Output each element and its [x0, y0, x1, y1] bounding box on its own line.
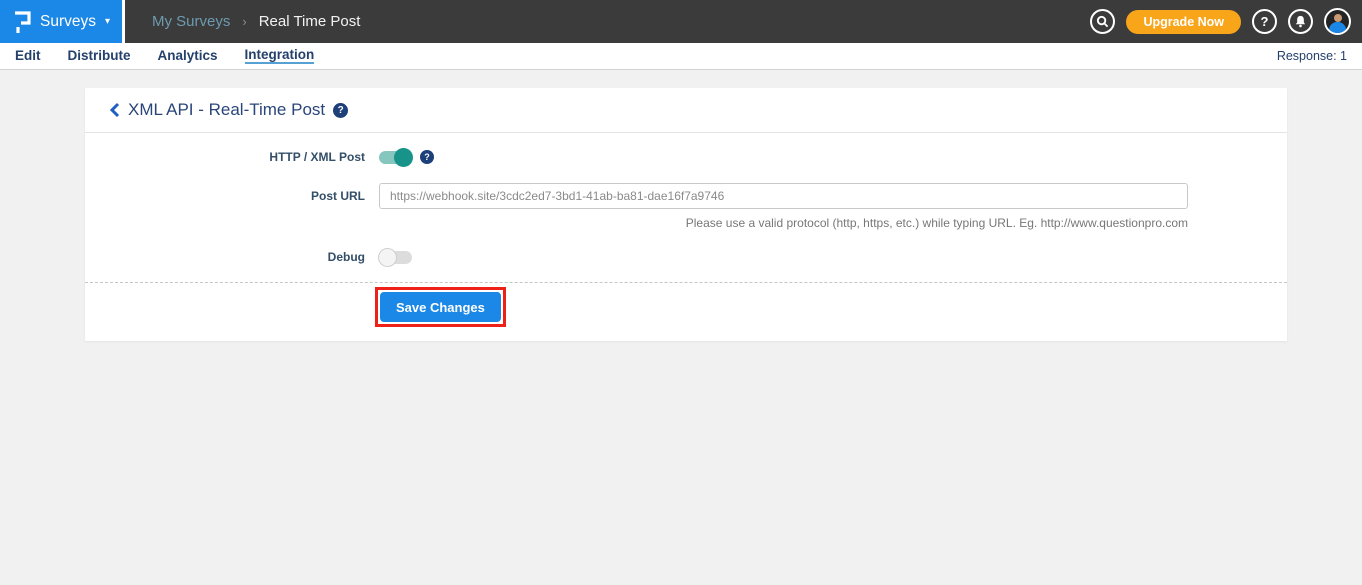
topbar: Surveys ▾ My Surveys › Real Time Post Up… [0, 0, 1362, 43]
back-chevron-icon[interactable] [109, 102, 120, 118]
panel-header: XML API - Real-Time Post ? [85, 88, 1287, 133]
tab-distribute[interactable]: Distribute [68, 49, 131, 64]
tab-integration[interactable]: Integration [245, 48, 315, 65]
debug-label: Debug [85, 250, 365, 264]
breadcrumb-separator-icon: › [242, 14, 246, 29]
product-label: Surveys [40, 13, 96, 31]
annotation-highlight: Save Changes [375, 287, 506, 327]
post-url-input[interactable] [379, 183, 1188, 209]
toggle-knob [378, 248, 397, 267]
panel-help-icon[interactable]: ? [333, 103, 348, 118]
help-button[interactable]: ? [1252, 9, 1277, 34]
toggle-knob [394, 148, 413, 167]
post-url-helper-row: Please use a valid protocol (http, https… [85, 216, 1287, 230]
questionpro-logo-icon [12, 10, 32, 34]
upgrade-now-button[interactable]: Upgrade Now [1126, 10, 1241, 34]
response-count: Response: 1 [1277, 49, 1362, 63]
survey-subnav: Edit Distribute Analytics Integration Re… [0, 43, 1362, 70]
breadcrumb: My Surveys › Real Time Post [152, 13, 360, 30]
chevron-down-icon: ▾ [105, 16, 110, 27]
panel-title: XML API - Real-Time Post [128, 100, 325, 120]
tab-analytics[interactable]: Analytics [158, 49, 218, 64]
xml-api-panel: XML API - Real-Time Post ? HTTP / XML Po… [85, 88, 1287, 341]
realtime-post-form: HTTP / XML Post ? Post URL Please use a … [85, 133, 1287, 341]
http-xml-post-label: HTTP / XML Post [85, 150, 365, 164]
avatar-body [1329, 22, 1346, 34]
breadcrumb-current-survey: Real Time Post [259, 13, 361, 30]
notifications-button[interactable] [1288, 9, 1313, 34]
post-url-label: Post URL [85, 189, 365, 203]
debug-toggle[interactable] [379, 251, 412, 264]
search-icon [1096, 15, 1109, 28]
bell-icon [1294, 15, 1307, 28]
save-changes-button[interactable]: Save Changes [380, 292, 501, 322]
topbar-actions: Upgrade Now ? [1090, 8, 1362, 35]
http-xml-post-row: HTTP / XML Post ? [85, 147, 1287, 167]
http-xml-post-help-icon[interactable]: ? [420, 150, 434, 164]
save-row: Save Changes [85, 283, 1287, 331]
http-xml-post-toggle[interactable] [379, 151, 412, 164]
post-url-helper-text: Please use a valid protocol (http, https… [379, 216, 1188, 230]
tab-edit[interactable]: Edit [15, 49, 41, 64]
breadcrumb-my-surveys[interactable]: My Surveys [152, 13, 230, 30]
post-url-row: Post URL [85, 183, 1287, 209]
debug-row: Debug [85, 247, 1287, 267]
surveys-menu-button[interactable]: Surveys ▾ [0, 0, 125, 43]
search-button[interactable] [1090, 9, 1115, 34]
user-avatar[interactable] [1324, 8, 1351, 35]
avatar-head [1334, 14, 1342, 22]
question-mark-icon: ? [1261, 14, 1269, 29]
